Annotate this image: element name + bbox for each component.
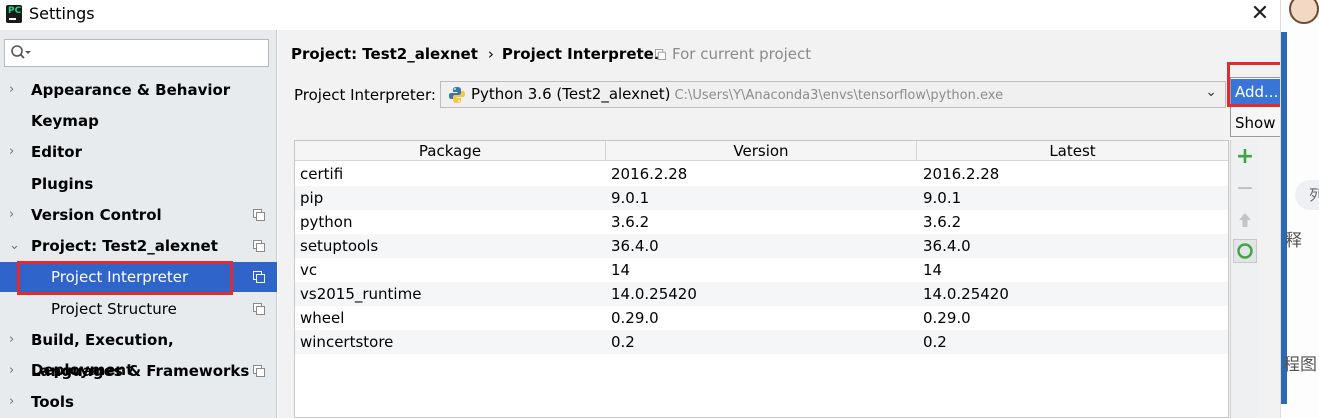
settings-main-panel: Project: Test2_alexnet › Project Interpret… [278, 30, 1280, 418]
chevron-right-icon: › [9, 332, 15, 347]
project-scope-icon [253, 271, 265, 283]
package-name: pip [300, 189, 324, 207]
sidebar-item-tools[interactable]: › Tools [0, 387, 277, 417]
package-latest: 2016.2.28 [923, 165, 1000, 183]
install-package-button[interactable]: + [1233, 145, 1257, 169]
background-text: 释 [1285, 231, 1302, 251]
chevron-right-icon: › [9, 394, 15, 409]
project-scope-icon [655, 49, 666, 60]
settings-search-input[interactable] [4, 39, 269, 67]
column-header-latest[interactable]: Latest [917, 141, 1228, 161]
package-name: wincertstore [300, 333, 394, 351]
background-text: 程图 [1283, 355, 1317, 375]
sidebar-item-version-control[interactable]: › Version Control [0, 200, 277, 230]
column-header-package[interactable]: Package [295, 141, 606, 161]
package-version: 14 [611, 261, 631, 279]
package-latest: 9.0.1 [923, 189, 962, 207]
project-scope-icon [253, 365, 265, 377]
chevron-right-icon: › [9, 207, 15, 222]
package-latest: 3.6.2 [923, 213, 962, 231]
table-row[interactable]: vc 14 14 [295, 258, 1228, 282]
sidebar-item-languages-frameworks[interactable]: › Languages & Frameworks [0, 356, 277, 386]
chevron-right-icon: › [9, 82, 15, 97]
close-button[interactable]: ✕ [1248, 2, 1272, 26]
package-name: vs2015_runtime [300, 285, 422, 303]
chevron-down-icon: ⌄ [9, 238, 20, 253]
background-accent-bar [1281, 32, 1287, 404]
package-version: 3.6.2 [611, 213, 650, 231]
title-bar: PC Settings ✕ [0, 0, 1280, 30]
package-latest: 0.29.0 [923, 309, 971, 327]
package-latest: 14 [923, 261, 943, 279]
interpreter-name: Python 3.6 (Test2_alexnet) [471, 85, 671, 103]
table-row[interactable]: wheel 0.29.0 0.29.0 [295, 306, 1228, 330]
package-version: 0.29.0 [611, 309, 659, 327]
chevron-right-icon: › [9, 363, 15, 378]
package-latest: 0.2 [923, 333, 947, 351]
breadcrumb-page: Project Interpreter [501, 45, 662, 63]
sidebar-item-project[interactable]: ⌄ Project: Test2_alexnet [0, 231, 277, 261]
package-name: python [300, 213, 353, 231]
package-name: certifi [300, 165, 344, 183]
sidebar-item-project-interpreter[interactable]: Project Interpreter [0, 262, 277, 292]
show-early-releases-button[interactable] [1233, 239, 1257, 263]
package-name: setuptools [300, 237, 379, 255]
uninstall-package-button[interactable]: − [1233, 177, 1257, 201]
chevron-right-icon: › [9, 144, 15, 159]
background-pill: 列 [1295, 180, 1319, 210]
table-row[interactable]: wincertstore 0.2 0.2 [295, 330, 1228, 354]
sidebar-item-build-execution-deployment[interactable]: › Build, Execution, Deployment [0, 325, 277, 379]
table-row[interactable]: setuptools 36.4.0 36.4.0 [295, 234, 1228, 258]
package-version: 0.2 [611, 333, 635, 351]
settings-sidebar: › Appearance & Behavior Keymap › Editor … [0, 30, 277, 418]
table-header: Package Version Latest [295, 141, 1228, 161]
pycharm-app-icon: PC [6, 5, 22, 23]
breadcrumb: Project: Test2_alexnet › Project Interpret… [291, 45, 661, 63]
table-row[interactable]: pip 9.0.1 9.0.1 [295, 186, 1228, 210]
sidebar-item-appearance-behavior[interactable]: › Appearance & Behavior [0, 75, 277, 105]
package-latest: 14.0.25420 [923, 285, 1009, 303]
table-row[interactable]: certifi 2016.2.28 2016.2.28 [295, 162, 1228, 186]
package-name: wheel [300, 309, 345, 327]
sidebar-item-plugins[interactable]: Plugins [0, 169, 277, 199]
package-version: 14.0.25420 [611, 285, 697, 303]
chevron-down-icon: ⌄ [1205, 84, 1217, 100]
interpreter-select[interactable]: Python 3.6 (Test2_alexnet) C:\Users\Y\Ana… [440, 81, 1226, 108]
project-scope-icon [253, 240, 265, 252]
python-icon [449, 87, 465, 103]
refresh-icon [1237, 243, 1253, 259]
package-latest: 36.4.0 [923, 237, 971, 255]
breadcrumb-separator: › [487, 45, 494, 63]
search-icon [11, 45, 31, 59]
table-row[interactable]: python 3.6.2 3.6.2 [295, 210, 1228, 234]
table-row[interactable]: vs2015_runtime 14.0.25420 14.0.25420 [295, 282, 1228, 306]
project-scope-icon [253, 303, 265, 315]
package-version: 36.4.0 [611, 237, 659, 255]
window-title: Settings [29, 4, 95, 23]
interpreter-path: C:\Users\Y\Anaconda3\envs\tensorflow\pyt… [674, 88, 1004, 103]
packages-table: Package Version Latest certifi 2016.2.28… [294, 140, 1229, 418]
interpreter-label: Project Interpreter: [294, 86, 436, 104]
sidebar-item-editor[interactable]: › Editor [0, 137, 277, 167]
breadcrumb-project[interactable]: Project: Test2_alexnet [291, 45, 478, 63]
sidebar-item-keymap[interactable]: Keymap [0, 106, 277, 136]
background-window: 列 释 程图 [1280, 0, 1319, 418]
column-header-version[interactable]: Version [606, 141, 917, 161]
sidebar-item-project-structure[interactable]: Project Structure [0, 294, 277, 324]
arrow-up-icon [1239, 213, 1251, 227]
avatar [1289, 0, 1319, 24]
project-scope-icon [253, 209, 265, 221]
upgrade-package-button[interactable] [1233, 208, 1257, 232]
for-current-project-note: For current project [655, 45, 811, 63]
packages-toolbar: + − [1230, 140, 1258, 418]
package-name: vc [300, 261, 318, 279]
package-version: 2016.2.28 [611, 165, 688, 183]
package-version: 9.0.1 [611, 189, 650, 207]
